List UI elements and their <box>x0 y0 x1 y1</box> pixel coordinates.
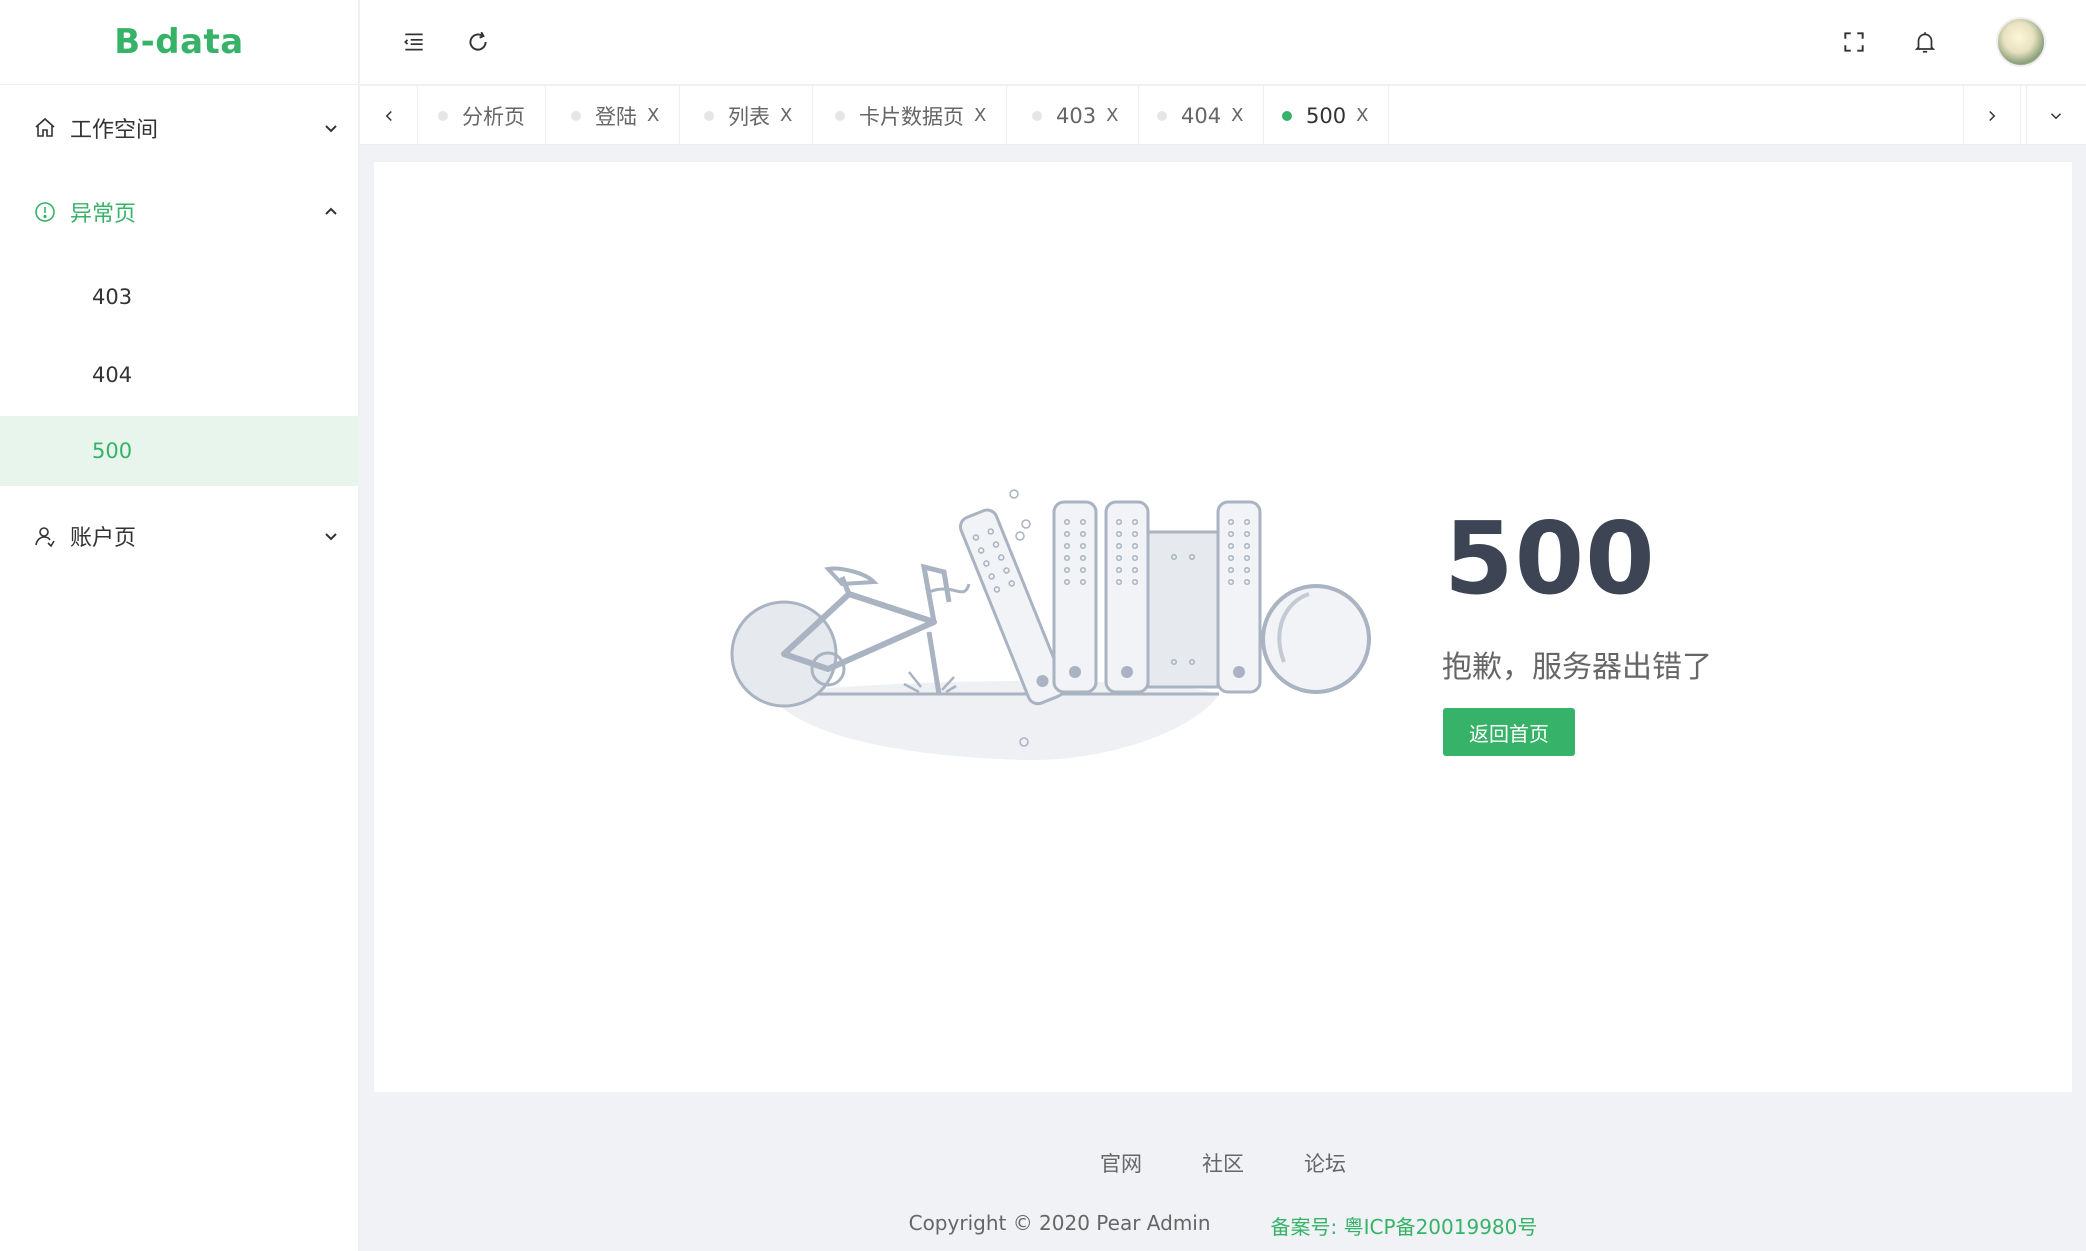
sidebar-group-label: 账户页 <box>70 526 137 551</box>
tab-status-dot <box>835 110 845 121</box>
tab-status-dot <box>1282 110 1292 121</box>
footer-link-forum[interactable]: 论坛 <box>1304 1148 1346 1178</box>
sidebar-group-label: 工作空间 <box>70 118 159 143</box>
tab-label: 卡片数据页 <box>859 104 964 129</box>
tab-card-data[interactable]: 卡片数据页 X <box>815 86 1008 145</box>
copyright-text: Copyright © 2020 Pear Admin <box>908 1211 1211 1235</box>
footer-links: 官网 社区 论坛 <box>360 1148 2086 1178</box>
server-error-illustration <box>730 489 1371 761</box>
tab-close-icon[interactable]: X <box>1106 105 1118 126</box>
chevron-down-icon <box>325 533 337 541</box>
error-code: 500 <box>1444 500 1656 617</box>
sidebar: B-data 工作空间 异常页 403 404 500 账户页 <box>0 0 359 1251</box>
back-home-button[interactable]: 返回首页 <box>1443 708 1575 756</box>
tab-close-icon[interactable]: X <box>974 105 986 126</box>
tab-scroll-left-icon[interactable] <box>360 86 418 145</box>
sidebar-item-500[interactable]: 500 <box>0 416 359 486</box>
tab-analysis[interactable]: 分析页 <box>418 86 546 145</box>
tab-scroll-right-icon[interactable] <box>1963 86 2021 145</box>
chevron-down-icon <box>325 125 337 133</box>
sidebar-item-404[interactable]: 404 <box>0 340 359 410</box>
tab-status-dot <box>571 110 581 121</box>
app-logo[interactable]: B-data <box>0 0 358 85</box>
tab-login[interactable]: 登陆 X <box>551 86 681 145</box>
tab-500[interactable]: 500 X <box>1262 86 1390 145</box>
tab-label: 登陆 <box>595 104 637 129</box>
tab-status-dot <box>704 110 714 121</box>
icp-link[interactable]: 备案号: 粤ICP备20019980号 <box>1271 1211 1538 1240</box>
tab-bar: 分析页 登陆 X 列表 X 卡片数据页 X 403 X 404 X 500 X <box>360 86 2086 145</box>
alert-circle-icon <box>32 199 58 225</box>
main-content: 500 抱歉，服务器出错了 返回首页 <box>374 162 2072 1092</box>
user-icon <box>32 523 58 549</box>
tab-label: 分析页 <box>462 104 525 129</box>
tab-close-icon[interactable]: X <box>647 105 659 126</box>
chevron-up-icon <box>325 207 337 215</box>
error-message: 抱歉，服务器出错了 <box>1442 650 1712 685</box>
tab-close-icon[interactable]: X <box>1231 105 1243 126</box>
tab-label: 404 <box>1181 103 1222 128</box>
footer-link-community[interactable]: 社区 <box>1202 1148 1244 1178</box>
tab-close-icon[interactable]: X <box>1356 105 1368 126</box>
tab-label: 403 <box>1056 103 1097 128</box>
avatar[interactable] <box>1996 17 2046 67</box>
tab-status-dot <box>1032 110 1042 121</box>
tab-status-dot <box>1157 110 1167 121</box>
fullscreen-icon[interactable] <box>1833 21 1875 63</box>
sidebar-group-workspace[interactable]: 工作空间 <box>0 98 359 158</box>
menu-fold-icon[interactable] <box>393 21 435 63</box>
tab-label: 列表 <box>728 104 770 129</box>
tab-403[interactable]: 403 X <box>1012 86 1140 145</box>
tab-close-icon[interactable]: X <box>780 105 792 126</box>
top-header <box>360 0 2086 85</box>
sidebar-group-account[interactable]: 账户页 <box>0 506 359 566</box>
refresh-icon[interactable] <box>457 21 499 63</box>
tab-label: 500 <box>1306 103 1347 128</box>
sidebar-item-403[interactable]: 403 <box>0 262 359 332</box>
footer-copyright: Copyright © 2020 Pear Admin 备案号: 粤ICP备20… <box>360 1211 2086 1240</box>
sidebar-group-exception[interactable]: 异常页 <box>0 182 359 242</box>
tab-list[interactable]: 列表 X <box>684 86 814 145</box>
tab-dropdown-icon[interactable] <box>2026 86 2084 145</box>
footer-link-official[interactable]: 官网 <box>1100 1148 1142 1178</box>
tab-status-dot <box>438 110 448 121</box>
home-icon <box>32 115 58 141</box>
tab-404[interactable]: 404 X <box>1137 86 1265 145</box>
bell-icon[interactable] <box>1904 21 1946 63</box>
sidebar-group-label: 异常页 <box>70 202 137 227</box>
